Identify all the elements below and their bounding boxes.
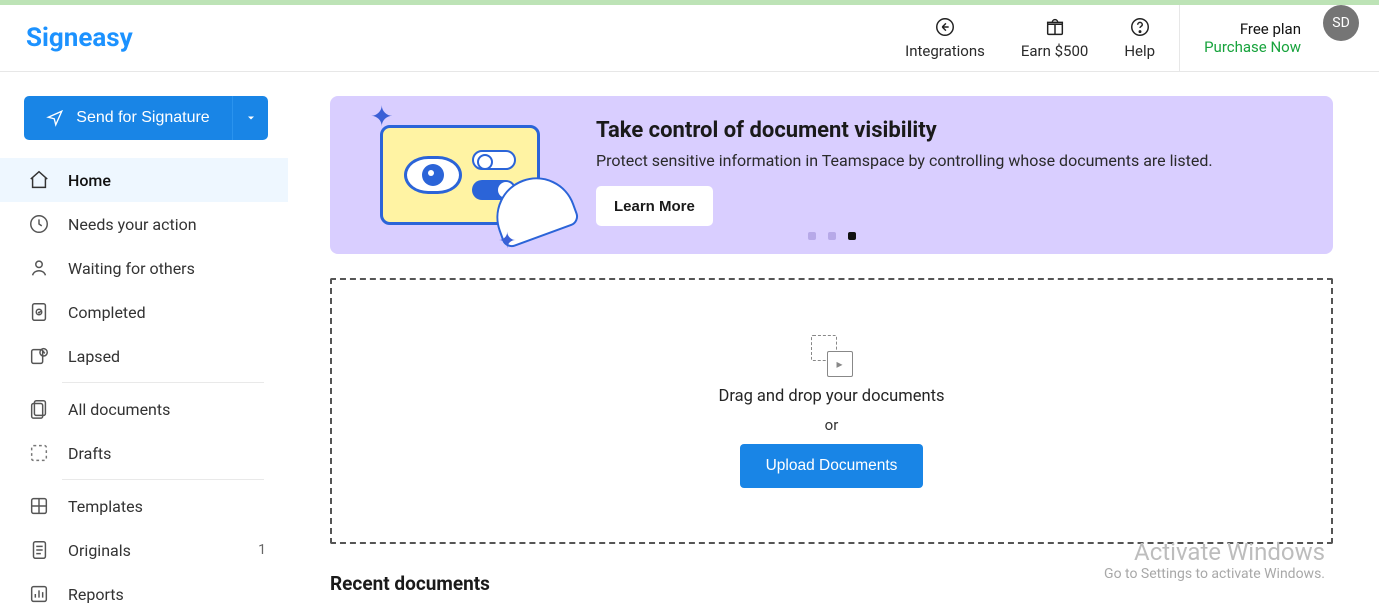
send-dropdown-button[interactable]: [232, 96, 268, 140]
sidebar: Send for Signature Home Needs your actio…: [0, 72, 288, 614]
sidebar-item-originals[interactable]: Originals 1: [0, 528, 288, 572]
plan-block: Free plan Purchase Now: [1186, 5, 1313, 72]
banner-title: Take control of document visibility: [596, 118, 1303, 143]
caret-down-icon: [245, 112, 257, 124]
send-button-label: Send for Signature: [76, 109, 209, 127]
header-help-label: Help: [1124, 42, 1155, 60]
sidebar-item-label: Needs your action: [68, 215, 197, 234]
sparkle-icon: ✦: [498, 229, 516, 254]
home-icon: [26, 167, 52, 193]
dropzone-icon: ▸: [811, 335, 853, 377]
header-integrations[interactable]: Integrations: [887, 5, 1003, 72]
sidebar-item-label: Reports: [68, 585, 124, 604]
dropzone-or: or: [825, 416, 839, 434]
sidebar-item-label: Completed: [68, 303, 146, 322]
sidebar-item-label: Drafts: [68, 444, 111, 463]
clock-icon: [26, 211, 52, 237]
banner-dot[interactable]: [808, 232, 816, 240]
nav-divider: [62, 479, 264, 480]
originals-count: 1: [258, 542, 266, 558]
sidebar-item-reports[interactable]: Reports: [0, 572, 288, 616]
avatar[interactable]: SD: [1323, 5, 1359, 41]
learn-more-button[interactable]: Learn More: [596, 186, 713, 226]
sidebar-item-home[interactable]: Home: [0, 158, 288, 202]
banner-illustration: ✦ ✦: [360, 96, 560, 254]
sidebar-item-needs-action[interactable]: Needs your action: [0, 202, 288, 246]
help-icon: [1129, 16, 1151, 38]
plan-label: Free plan: [1240, 20, 1301, 38]
promo-banner: ✦ ✦ Take control of document visibility …: [330, 96, 1333, 254]
nav-divider: [62, 382, 264, 383]
reports-icon: [26, 581, 52, 607]
gift-icon: [1044, 16, 1066, 38]
sidebar-item-lapsed[interactable]: Lapsed: [0, 334, 288, 378]
sidebar-item-drafts[interactable]: Drafts: [0, 431, 288, 475]
sidebar-item-templates[interactable]: Templates: [0, 484, 288, 528]
sidebar-item-label: All documents: [68, 400, 170, 419]
sidebar-item-label: Lapsed: [68, 347, 120, 366]
recent-documents-heading: Recent documents: [330, 572, 1333, 595]
originals-icon: [26, 537, 52, 563]
brand-logo[interactable]: Signeasy: [26, 23, 133, 53]
paper-plane-icon: [46, 109, 64, 127]
drafts-icon: [26, 440, 52, 466]
header-earn-label: Earn $500: [1021, 42, 1089, 60]
banner-dot[interactable]: [848, 232, 856, 240]
sidebar-item-label: Originals: [68, 541, 131, 560]
sidebar-item-all-documents[interactable]: All documents: [0, 387, 288, 431]
header-divider: [1179, 5, 1180, 72]
lapsed-icon: [26, 343, 52, 369]
dropzone-text: Drag and drop your documents: [719, 387, 945, 406]
sidebar-item-label: Waiting for others: [68, 259, 195, 278]
main: ✦ ✦ Take control of document visibility …: [288, 72, 1379, 614]
templates-icon: [26, 493, 52, 519]
header-integrations-label: Integrations: [905, 42, 985, 60]
sidebar-item-waiting[interactable]: Waiting for others: [0, 246, 288, 290]
integrations-icon: [934, 16, 956, 38]
sidebar-item-label: Templates: [68, 497, 143, 516]
person-wait-icon: [26, 255, 52, 281]
purchase-link[interactable]: Purchase Now: [1204, 38, 1301, 56]
sidebar-item-completed[interactable]: Completed: [0, 290, 288, 334]
banner-subtitle: Protect sensitive information in Teamspa…: [596, 151, 1303, 170]
upload-documents-button[interactable]: Upload Documents: [740, 444, 924, 488]
banner-pagination: [808, 232, 856, 240]
banner-dot[interactable]: [828, 232, 836, 240]
documents-icon: [26, 396, 52, 422]
upload-dropzone[interactable]: ▸ Drag and drop your documents or Upload…: [330, 278, 1333, 544]
header: Signeasy Integrations Earn $500 Help Fre…: [0, 5, 1379, 72]
header-help[interactable]: Help: [1106, 5, 1173, 72]
completed-icon: [26, 299, 52, 325]
send-for-signature-button[interactable]: Send for Signature: [24, 96, 232, 140]
sidebar-item-label: Home: [68, 171, 111, 190]
header-earn[interactable]: Earn $500: [1003, 5, 1107, 72]
